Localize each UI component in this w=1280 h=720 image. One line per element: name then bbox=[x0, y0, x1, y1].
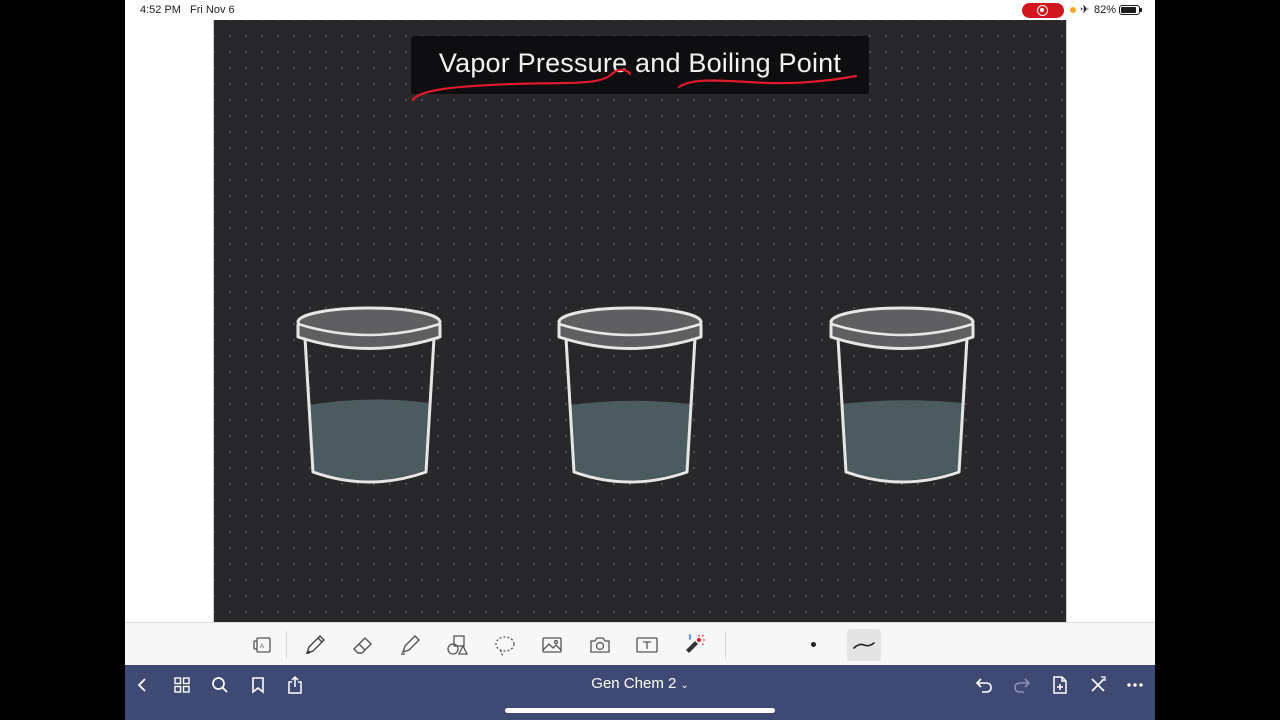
status-date: Fri Nov 6 bbox=[190, 4, 235, 16]
liquid bbox=[570, 400, 690, 481]
laser-pointer-icon[interactable] bbox=[680, 631, 708, 659]
undo-icon[interactable] bbox=[972, 673, 996, 697]
liquid bbox=[309, 399, 429, 481]
lasso-tool-icon[interactable] bbox=[491, 631, 519, 659]
share-icon[interactable] bbox=[283, 673, 307, 697]
back-icon[interactable] bbox=[131, 673, 155, 697]
eraser-tool-icon[interactable] bbox=[349, 631, 377, 659]
beaker-3[interactable] bbox=[827, 300, 977, 490]
image-tool-icon[interactable] bbox=[538, 631, 566, 659]
close-icon[interactable] bbox=[1086, 673, 1110, 697]
airplane-mode-icon: ✈ bbox=[1080, 4, 1090, 16]
battery-icon bbox=[1119, 5, 1142, 15]
svg-text:A: A bbox=[260, 644, 264, 650]
bookmark-icon[interactable] bbox=[246, 673, 270, 697]
more-icon[interactable] bbox=[1123, 673, 1147, 697]
highlighter-tool-icon[interactable] bbox=[396, 631, 424, 659]
pen-tool-icon[interactable] bbox=[301, 631, 329, 659]
home-indicator[interactable] bbox=[505, 708, 775, 713]
beaker-1[interactable] bbox=[294, 300, 444, 490]
chevron-down-icon: ⌄ bbox=[680, 680, 689, 691]
search-icon[interactable] bbox=[208, 673, 232, 697]
liquid bbox=[842, 400, 962, 481]
document-title-menu[interactable]: Gen Chem 2 ⌄ bbox=[555, 675, 725, 692]
status-time: 4:52 PM bbox=[140, 4, 181, 16]
thumbnails-icon[interactable] bbox=[170, 673, 194, 697]
shapes-tool-icon[interactable] bbox=[443, 631, 471, 659]
document-title: Gen Chem 2 bbox=[591, 675, 677, 692]
view-mode-icon[interactable]: A bbox=[249, 631, 277, 659]
text-tool-icon[interactable] bbox=[633, 631, 661, 659]
camera-tool-icon[interactable] bbox=[586, 631, 614, 659]
nav-bar: Gen Chem 2 ⌄ bbox=[125, 665, 1155, 720]
notebook-page[interactable]: Vapor Pressure and Boiling Point bbox=[213, 20, 1067, 622]
add-page-icon[interactable] bbox=[1048, 673, 1072, 697]
beaker-2[interactable] bbox=[555, 300, 705, 490]
mic-indicator-icon bbox=[1070, 7, 1076, 13]
stroke-style-option[interactable] bbox=[847, 629, 881, 661]
stroke-size-option[interactable] bbox=[811, 642, 816, 647]
redo-icon[interactable] bbox=[1010, 673, 1034, 697]
screen-record-icon[interactable] bbox=[1022, 3, 1064, 18]
drawing-toolbar: A bbox=[125, 622, 1155, 665]
battery-percent: 82% bbox=[1094, 4, 1117, 16]
status-bar: 4:52 PM Fri Nov 6 ✈ 82% bbox=[125, 0, 1155, 20]
ipad-screen: 4:52 PM Fri Nov 6 ✈ 82% Vapor Pressure a… bbox=[125, 0, 1155, 720]
